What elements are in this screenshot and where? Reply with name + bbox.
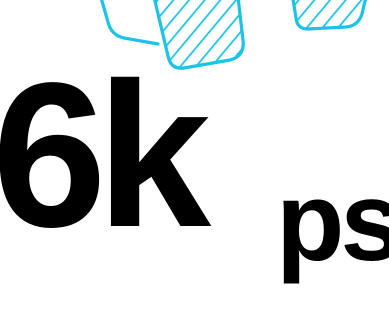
stat-card: 6k ps xyxy=(0,0,389,314)
hatched-tile-shape-right xyxy=(291,0,367,31)
outline-tile-shape xyxy=(100,0,160,46)
stat-unit: ps xyxy=(276,159,389,284)
stat-value: 6k xyxy=(0,40,211,270)
